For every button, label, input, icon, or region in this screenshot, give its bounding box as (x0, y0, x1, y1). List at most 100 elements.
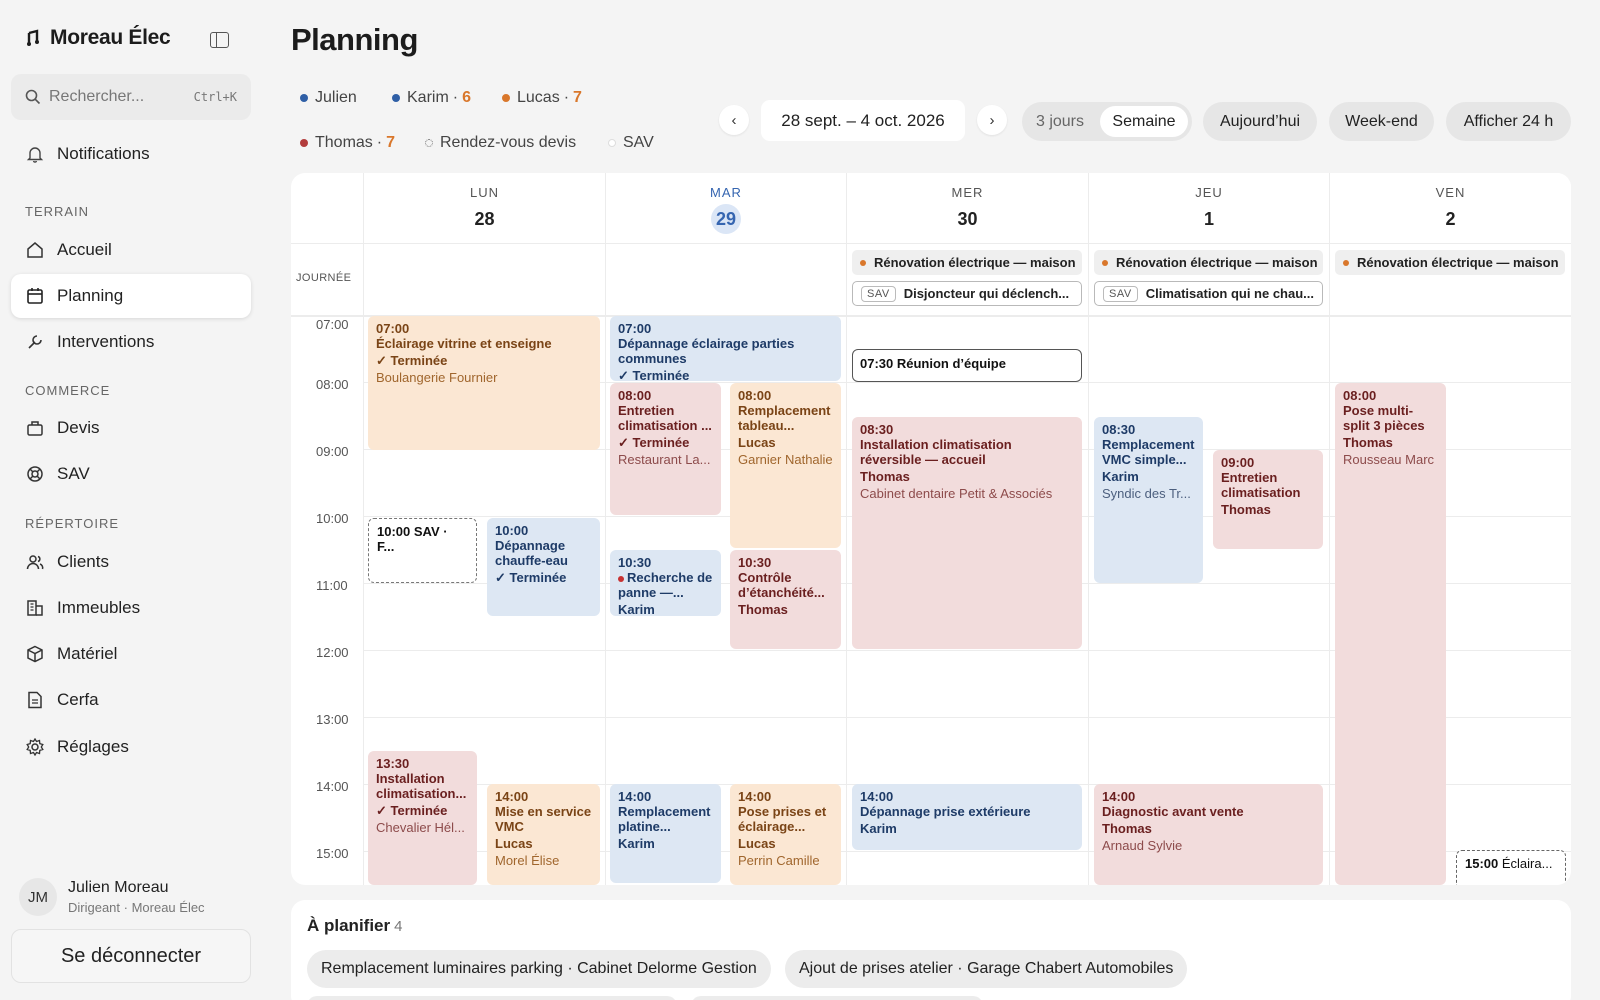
event-technician: Thomas (1343, 435, 1393, 450)
legend-sav[interactable]: SAV (608, 134, 654, 152)
allday-event-renovation[interactable]: Rénovation électrique — maison (1335, 250, 1565, 275)
sidebar-item-planning[interactable]: Planning (11, 274, 251, 318)
unplanned-chip[interactable]: Ajout de prises atelier · Garage Chabert… (785, 950, 1188, 988)
allday-event-renovation[interactable]: Rénovation électrique — maison (1094, 250, 1323, 275)
calendar-event[interactable]: 14:00 Diagnostic avant vente Thomas Arna… (1094, 784, 1323, 885)
event-technician: Karim (1102, 469, 1139, 484)
calendar-event[interactable]: 10:00 SAV · F... (368, 518, 477, 583)
event-status: ✓ Terminée (618, 368, 690, 381)
sidebar-item-label: Réglages (57, 737, 129, 756)
calendar-event[interactable]: 08:00 Pose multi-split 3 pièces Thomas R… (1335, 383, 1446, 885)
sidebar-item-clients[interactable]: Clients (11, 540, 251, 584)
calendar-event[interactable]: 08:00 Entretien climatisation ... ✓ Term… (610, 383, 721, 515)
legend-dot (608, 139, 616, 147)
calendar-event[interactable]: 14:00 Mise en service VMC Lucas Morel Él… (487, 784, 600, 885)
event-title: Pose prises et éclairage... (738, 804, 827, 834)
show-24h-button[interactable]: Afficher 24 h (1446, 102, 1571, 141)
sidebar-item-materiel[interactable]: Matériel (11, 632, 251, 676)
legend-karim[interactable]: Karim · 6 (392, 89, 471, 107)
sidebar-item-accueil[interactable]: Accueil (11, 228, 251, 272)
day-number: 28 (474, 209, 495, 229)
calendar-event[interactable]: 09:00 Entretien climatisation Thomas (1213, 450, 1323, 549)
legend-dot (300, 139, 308, 147)
legend-rdv-devis[interactable]: Rendez-vous devis (425, 134, 576, 152)
search-input[interactable]: Rechercher... Ctrl+K (11, 74, 251, 120)
legend-label: Lucas (517, 89, 560, 106)
unplanned-chip[interactable] (307, 996, 677, 1000)
event-technician: Thomas (1221, 502, 1271, 517)
today-button[interactable]: Aujourd’hui (1203, 102, 1317, 141)
calendar-event[interactable]: 10:00 Dépannage chauffe-eau ✓ Terminée (487, 518, 600, 616)
calendar-event[interactable]: 07:00 Éclairage vitrine et enseigne ✓ Te… (368, 316, 600, 450)
weekend-button[interactable]: Week-end (1329, 102, 1434, 141)
event-title: Recherche de panne —... (618, 570, 713, 600)
legend-thomas[interactable]: Thomas · 7 (300, 134, 395, 152)
day-header-mar[interactable]: MAR 29 (605, 173, 846, 243)
bell-icon (26, 145, 44, 163)
status-dot (1343, 259, 1349, 266)
sidebar-item-devis[interactable]: Devis (11, 406, 251, 450)
allday-label: JOURNÉE (296, 272, 352, 284)
allday-event-renovation[interactable]: Rénovation électrique — maison (852, 250, 1082, 275)
event-title: Entretien climatisation (1221, 470, 1301, 500)
day-header-mer[interactable]: MER 30 (846, 173, 1088, 243)
event-technician: Lucas (495, 836, 533, 851)
prev-week-button[interactable]: ‹ (719, 105, 749, 135)
calendar-event[interactable]: 14:00 Dépannage prise extérieure Karim (852, 784, 1082, 850)
day-header-ven[interactable]: VEN 2 (1329, 173, 1571, 243)
calendar-event[interactable]: 15:00 Éclaira... (1456, 850, 1566, 885)
to-plan-count: 4 (394, 918, 403, 935)
sidebar-item-immeubles[interactable]: Immeubles (11, 586, 251, 630)
event-technician: Karim (860, 821, 897, 836)
sav-tag: SAV (1103, 285, 1138, 302)
allday-event-sav[interactable]: SAV Disjoncteur qui déclench... (852, 281, 1082, 306)
logout-button[interactable]: Se déconnecter (11, 929, 251, 983)
avatar: JM (19, 878, 57, 916)
box-icon (26, 645, 44, 663)
day-header-jeu[interactable]: JEU 1 (1088, 173, 1329, 243)
event-client: Chevalier Hél... (376, 820, 465, 835)
legend-julien[interactable]: Julien (300, 89, 357, 107)
view-week-button[interactable]: Semaine (1100, 106, 1188, 137)
next-week-button[interactable]: › (977, 105, 1007, 135)
event-time: 14:00 (495, 789, 529, 804)
brand[interactable]: Moreau Élec (26, 26, 171, 50)
calendar-event[interactable]: 10:30 Recherche de panne —... Karim (610, 550, 721, 616)
sidebar-item-cerfa[interactable]: Cerfa (11, 678, 251, 722)
legend-lucas[interactable]: Lucas · 7 (502, 89, 582, 107)
view-3days-button[interactable]: 3 jours (1028, 106, 1092, 137)
unplanned-chip[interactable]: Remplacement luminaires parking · Cabine… (307, 950, 771, 988)
event-title: Installation climatisation réversible — … (860, 437, 1012, 467)
user-profile[interactable]: JM Julien Moreau Dirigeant · Moreau Élec (19, 878, 205, 916)
allday-event-sav[interactable]: SAV Climatisation qui ne chau... (1094, 281, 1323, 306)
calendar-event[interactable]: 07:30 Réunion d’équipe (852, 349, 1082, 382)
calendar-event[interactable]: 14:00 Pose prises et éclairage... Lucas … (730, 784, 841, 885)
calendar-event[interactable]: 08:00 Remplacement tableau... Lucas Garn… (730, 383, 841, 548)
day-header-lun[interactable]: LUN 28 (363, 173, 605, 243)
calendar-event[interactable]: 07:00 Dépannage éclairage parties commun… (610, 316, 841, 381)
date-range[interactable]: 28 sept. – 4 oct. 2026 (761, 100, 965, 141)
event-time: 09:00 (1221, 455, 1255, 470)
event-time: 10:00 (377, 524, 411, 539)
calendar-event[interactable]: 10:30 Contrôle d’étanchéité... Thomas (730, 550, 841, 649)
event-client: Boulangerie Fournier (376, 370, 498, 385)
calendar-event[interactable]: 08:30 Remplacement VMC simple... Karim S… (1094, 417, 1203, 583)
notifications-button[interactable]: Notifications (11, 132, 251, 176)
event-client: Rousseau Marc (1343, 452, 1435, 467)
calendar-event[interactable]: 08:30 Installation climatisation réversi… (852, 417, 1082, 649)
calendar-event[interactable]: 13:30 Installation climatisation... ✓ Te… (368, 751, 477, 885)
calendar-icon (26, 287, 44, 305)
column-divider (605, 173, 606, 885)
sidebar-item-label: Accueil (57, 240, 112, 259)
unplanned-chip[interactable] (691, 996, 983, 1000)
event-technician: Thomas (860, 469, 910, 484)
event-title: Installation climatisation... (376, 771, 467, 801)
sidebar-toggle-icon[interactable] (210, 32, 229, 48)
calendar-event[interactable]: 14:00 Remplacement platine... Karim (610, 784, 721, 883)
sidebar-item-sav[interactable]: SAV (11, 452, 251, 496)
sidebar-item-reglages[interactable]: Réglages (11, 725, 251, 769)
legend-dot (502, 94, 510, 102)
event-time: 13:30 (376, 756, 410, 771)
briefcase-icon (26, 419, 44, 437)
sidebar-item-interventions[interactable]: Interventions (11, 320, 251, 364)
